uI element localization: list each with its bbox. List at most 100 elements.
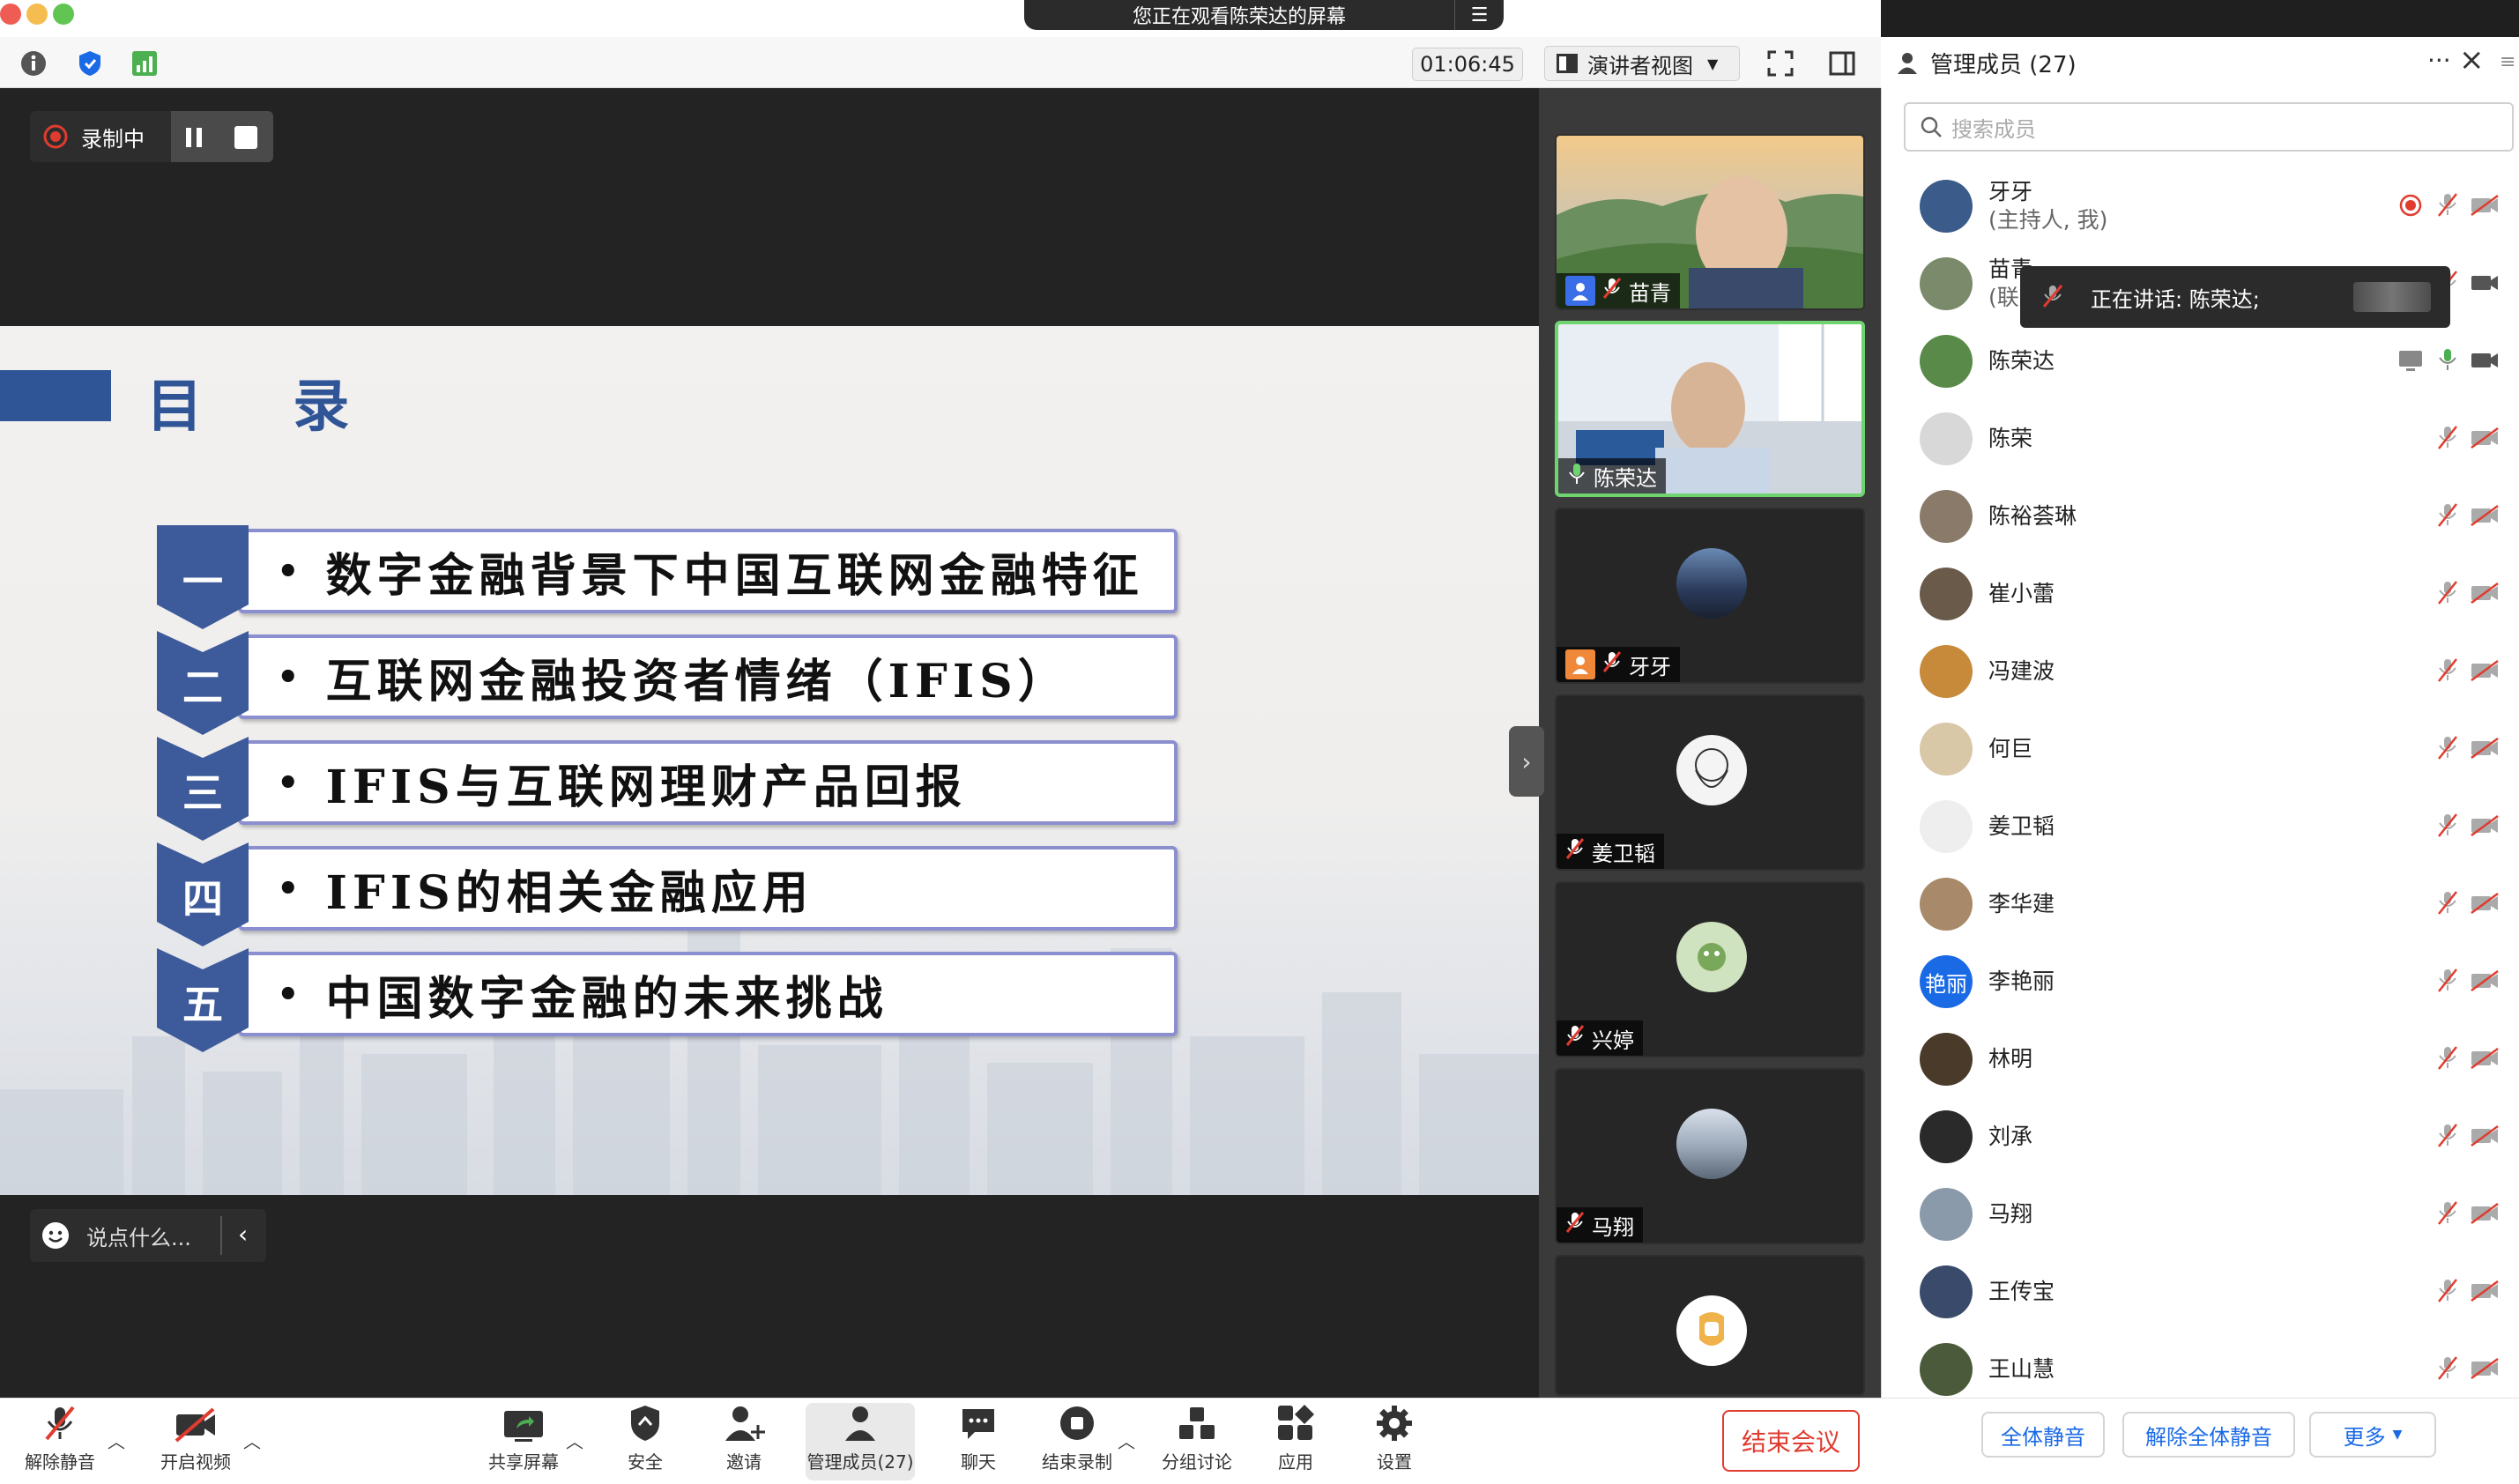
mic-muted-icon[interactable] bbox=[2433, 1198, 2463, 1228]
mic-muted-icon[interactable] bbox=[2433, 1043, 2463, 1073]
chevron-up-icon[interactable]: ︿ bbox=[1118, 1428, 1135, 1453]
participant-row[interactable]: 陈荣 bbox=[1881, 400, 2519, 478]
participant-row[interactable]: 王传宝 bbox=[1881, 1253, 2519, 1331]
participants-button[interactable]: 管理成员(27) bbox=[806, 1403, 915, 1480]
video-off-icon[interactable] bbox=[2470, 966, 2500, 996]
security-button[interactable]: 安全 bbox=[592, 1403, 698, 1480]
mic-muted-icon[interactable] bbox=[2433, 501, 2463, 531]
minimize-window-button[interactable] bbox=[26, 4, 48, 25]
mic-muted-icon bbox=[1565, 1211, 1585, 1239]
screen-share-icon bbox=[2396, 345, 2426, 375]
participant-row[interactable]: 何巨 bbox=[1881, 710, 2519, 788]
video-off-icon[interactable] bbox=[2470, 423, 2500, 453]
unmute-all-button[interactable]: 解除全体静音 bbox=[2122, 1412, 2295, 1458]
video-tile[interactable] bbox=[1555, 1255, 1865, 1396]
meeting-info-button[interactable] bbox=[18, 48, 49, 79]
speaker-view-icon bbox=[1557, 54, 1578, 73]
video-off-icon[interactable] bbox=[2470, 888, 2500, 918]
toggle-panel-button[interactable] bbox=[1826, 48, 1858, 79]
video-off-icon[interactable] bbox=[2470, 501, 2500, 531]
chat-button[interactable]: 聊天 bbox=[925, 1403, 1031, 1480]
close-icon[interactable]: × bbox=[2459, 42, 2485, 78]
apps-button[interactable]: 应用 bbox=[1243, 1403, 1349, 1480]
mute-all-button[interactable]: 全体静音 bbox=[1981, 1412, 2105, 1458]
collapse-video-strip-handle[interactable]: › bbox=[1509, 726, 1544, 797]
video-off-icon[interactable] bbox=[2470, 1043, 2500, 1073]
participant-row[interactable]: 王山慧 bbox=[1881, 1331, 2519, 1398]
toc-item-4: • IFIS的相关金融应用 bbox=[238, 846, 1178, 931]
end-meeting-button[interactable]: 结束会议 bbox=[1722, 1410, 1860, 1472]
mic-muted-icon[interactable] bbox=[2433, 733, 2463, 763]
participant-row[interactable]: 马翔 bbox=[1881, 1176, 2519, 1253]
participant-row[interactable]: 陈裕荟琳 bbox=[1881, 478, 2519, 555]
participant-name-block: 马翔 bbox=[1988, 1200, 2032, 1228]
chevron-up-icon[interactable]: ︿ bbox=[108, 1428, 125, 1453]
video-off-icon[interactable] bbox=[2470, 811, 2500, 841]
pause-recording-button[interactable] bbox=[180, 123, 208, 152]
mic-muted-icon[interactable] bbox=[2433, 423, 2463, 453]
zoom-window-button[interactable] bbox=[53, 4, 74, 25]
participant-avatar bbox=[1920, 568, 1973, 620]
participant-label: 马翔 bbox=[1557, 1207, 1643, 1243]
video-off-icon[interactable] bbox=[2470, 1276, 2500, 1306]
breakout-rooms-button[interactable]: 分组讨论 bbox=[1144, 1403, 1250, 1480]
video-off-icon[interactable] bbox=[2470, 733, 2500, 763]
chevron-up-icon[interactable]: ︿ bbox=[243, 1428, 261, 1453]
more-button[interactable]: 更多 ▼ bbox=[2309, 1412, 2436, 1458]
video-tile[interactable]: 姜卫韬 bbox=[1555, 694, 1865, 871]
mic-muted-icon[interactable] bbox=[2433, 578, 2463, 608]
participant-search-input[interactable]: 搜索成员 bbox=[1904, 102, 2514, 152]
participant-name: 冯建波 bbox=[1988, 658, 2055, 684]
unmute-button[interactable]: 解除静音 bbox=[7, 1403, 113, 1480]
participant-row[interactable]: 艳丽 李艳丽 bbox=[1881, 943, 2519, 1020]
mic-muted-icon[interactable] bbox=[2433, 966, 2463, 996]
more-options-icon[interactable]: ··· bbox=[2427, 46, 2451, 75]
video-tile[interactable]: 牙牙 bbox=[1555, 508, 1865, 684]
chevron-up-icon[interactable]: ︿ bbox=[566, 1428, 583, 1453]
mic-icon[interactable] bbox=[2433, 345, 2463, 375]
participant-row[interactable]: 李华建 bbox=[1881, 865, 2519, 943]
fullscreen-button[interactable] bbox=[1765, 48, 1796, 79]
video-tile[interactable]: 马翔 bbox=[1555, 1068, 1865, 1244]
mic-muted-icon[interactable] bbox=[2433, 1121, 2463, 1151]
share-screen-button[interactable]: 共享屏幕 bbox=[471, 1403, 576, 1480]
chevron-left-icon[interactable]: ‹ bbox=[238, 1220, 248, 1249]
participant-row[interactable]: 冯建波 bbox=[1881, 633, 2519, 710]
list-icon[interactable]: ≡ bbox=[2500, 51, 2515, 73]
participant-name: 苗青 bbox=[1629, 280, 1671, 306]
settings-button[interactable]: 设置 bbox=[1341, 1403, 1447, 1480]
view-mode-select[interactable]: 演讲者视图 ▼ bbox=[1544, 46, 1740, 81]
mic-muted-icon[interactable] bbox=[2433, 656, 2463, 686]
reaction-chat-input[interactable]: 说点什么... ‹ bbox=[30, 1209, 266, 1262]
share-banner-menu-button[interactable]: ☰ bbox=[1454, 0, 1504, 30]
video-tile[interactable]: 兴婷 bbox=[1555, 881, 1865, 1057]
participant-row[interactable]: 刘承 bbox=[1881, 1098, 2519, 1176]
participant-row[interactable]: 牙牙 (主持人, 我) bbox=[1881, 167, 2519, 245]
video-tile-active-speaker[interactable]: 陈荣达 bbox=[1555, 321, 1865, 497]
participant-row[interactable]: 林明 bbox=[1881, 1020, 2519, 1098]
mic-muted-icon[interactable] bbox=[2433, 888, 2463, 918]
mic-muted-icon[interactable] bbox=[2433, 1354, 2463, 1384]
video-off-icon[interactable] bbox=[2470, 1121, 2500, 1151]
video-off-icon[interactable] bbox=[2470, 578, 2500, 608]
video-icon[interactable] bbox=[2470, 345, 2500, 375]
participant-row[interactable]: 崔小蕾 bbox=[1881, 555, 2519, 633]
mic-muted-icon[interactable] bbox=[2433, 1276, 2463, 1306]
encryption-button[interactable] bbox=[74, 48, 106, 79]
video-off-icon[interactable] bbox=[2470, 656, 2500, 686]
video-tile[interactable]: 苗青 bbox=[1555, 134, 1865, 310]
participant-row[interactable]: 姜卫韬 bbox=[1881, 788, 2519, 865]
invite-button[interactable]: 邀请 bbox=[691, 1403, 797, 1480]
end-recording-button[interactable]: 结束录制 bbox=[1024, 1403, 1130, 1480]
start-video-button[interactable]: 开启视频 bbox=[143, 1403, 249, 1480]
video-off-icon[interactable] bbox=[2470, 190, 2500, 220]
mic-muted-icon[interactable] bbox=[2433, 190, 2463, 220]
mic-muted-icon[interactable] bbox=[2433, 811, 2463, 841]
participant-row[interactable]: 陈荣达 bbox=[1881, 323, 2519, 400]
network-stats-button[interactable] bbox=[129, 48, 160, 79]
close-window-button[interactable] bbox=[0, 4, 21, 25]
video-icon[interactable] bbox=[2470, 268, 2500, 298]
stop-recording-button[interactable] bbox=[234, 126, 257, 149]
video-off-icon[interactable] bbox=[2470, 1198, 2500, 1228]
video-off-icon[interactable] bbox=[2470, 1354, 2500, 1384]
